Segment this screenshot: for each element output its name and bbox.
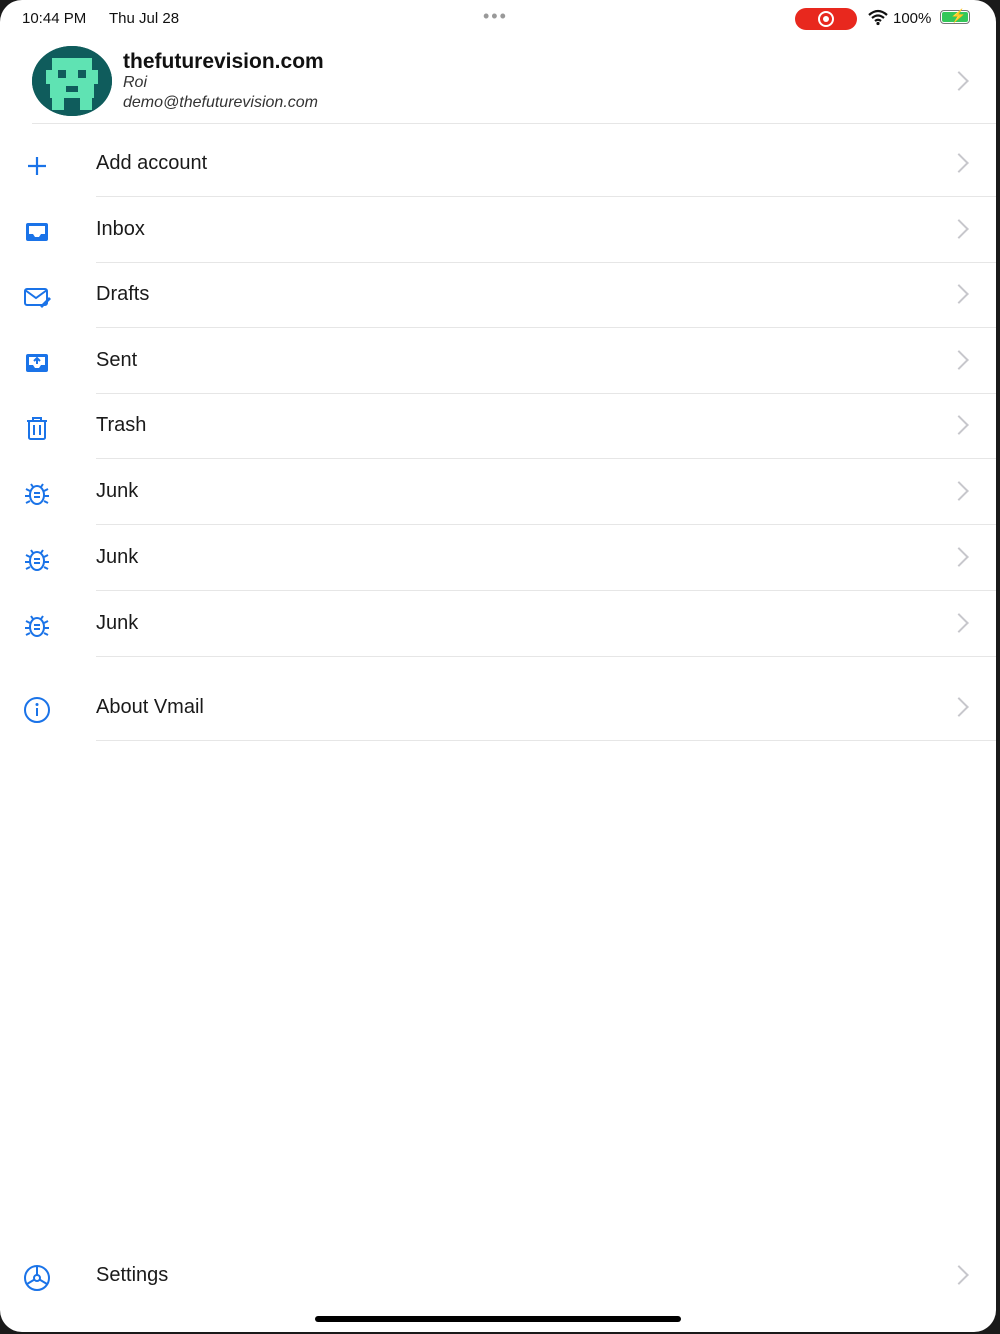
- status-bar: 10:44 PM Thu Jul 28 ••• 100% ⚡: [0, 0, 996, 36]
- account-email: demo@thefuturevision.com: [123, 94, 318, 111]
- chevron-right-icon: [949, 219, 969, 239]
- menu-item-label: Junk: [96, 480, 139, 502]
- inbox-icon: [26, 223, 48, 241]
- chevron-right-icon: [949, 1265, 969, 1285]
- menu-item-label: Junk: [96, 546, 139, 568]
- chevron-right-icon: [949, 153, 969, 173]
- menu-item-about[interactable]: About Vmail: [0, 675, 996, 741]
- battery-percentage: 100%: [893, 10, 932, 27]
- menu-item-junk[interactable]: Junk: [0, 591, 996, 657]
- divider: [96, 740, 996, 741]
- trash-icon: [27, 417, 47, 440]
- wifi-icon: [868, 9, 888, 26]
- menu-item-label: Junk: [96, 612, 139, 634]
- menu-item-label: About Vmail: [96, 696, 204, 718]
- info-icon: [24, 697, 50, 723]
- settings-icon: [24, 1265, 50, 1291]
- chevron-right-icon: [949, 613, 969, 633]
- chevron-right-icon: [949, 481, 969, 501]
- bug-icon: [25, 615, 49, 637]
- account-avatar: [32, 46, 112, 116]
- avatar-pattern-icon: [32, 46, 112, 116]
- menu-item-label: Trash: [96, 414, 147, 436]
- menu-item-settings[interactable]: Settings: [0, 1243, 996, 1309]
- chevron-right-icon: [949, 547, 969, 567]
- chevron-right-icon: [949, 284, 969, 304]
- home-indicator[interactable]: [315, 1316, 681, 1322]
- menu-item-label: Add account: [96, 152, 208, 174]
- bug-icon: [25, 483, 49, 505]
- divider: [32, 123, 996, 124]
- menu-item-sent[interactable]: Sent: [0, 328, 996, 394]
- screen-recording-icon[interactable]: [795, 8, 857, 30]
- status-time: 10:44 PM: [22, 10, 87, 27]
- menu-item-junk[interactable]: Junk: [0, 525, 996, 591]
- drafts-envelope-pencil-icon: [24, 288, 51, 308]
- menu-item-drafts[interactable]: Drafts: [0, 262, 996, 328]
- battery-icon: ⚡: [940, 8, 970, 24]
- sent-tray-icon: [26, 354, 48, 372]
- menu-item-inbox[interactable]: Inbox: [0, 197, 996, 263]
- menu-item-label: Settings: [96, 1264, 169, 1286]
- status-date: Thu Jul 28: [109, 10, 180, 27]
- chevron-right-icon: [949, 415, 969, 435]
- account-header[interactable]: thefuturevision.com Roi demo@thefuturevi…: [0, 40, 996, 124]
- account-user: Roi: [123, 74, 148, 91]
- chevron-right-icon: [949, 350, 969, 370]
- multitasking-dots-icon[interactable]: •••: [483, 6, 508, 27]
- menu-item-label: Inbox: [96, 218, 145, 240]
- bug-icon: [25, 549, 49, 571]
- account-name: thefuturevision.com: [123, 50, 324, 73]
- menu-item-add-account[interactable]: Add account: [0, 131, 996, 197]
- menu-item-junk[interactable]: Junk: [0, 459, 996, 525]
- menu-item-trash[interactable]: Trash: [0, 393, 996, 459]
- menu-item-label: Sent: [96, 349, 138, 371]
- chevron-right-icon: [949, 71, 969, 91]
- divider: [96, 656, 996, 657]
- chevron-right-icon: [949, 697, 969, 717]
- menu-item-label: Drafts: [96, 283, 150, 305]
- app-screen: 10:44 PM Thu Jul 28 ••• 100% ⚡ thefuture…: [0, 0, 996, 1332]
- plus-icon: [28, 157, 46, 175]
